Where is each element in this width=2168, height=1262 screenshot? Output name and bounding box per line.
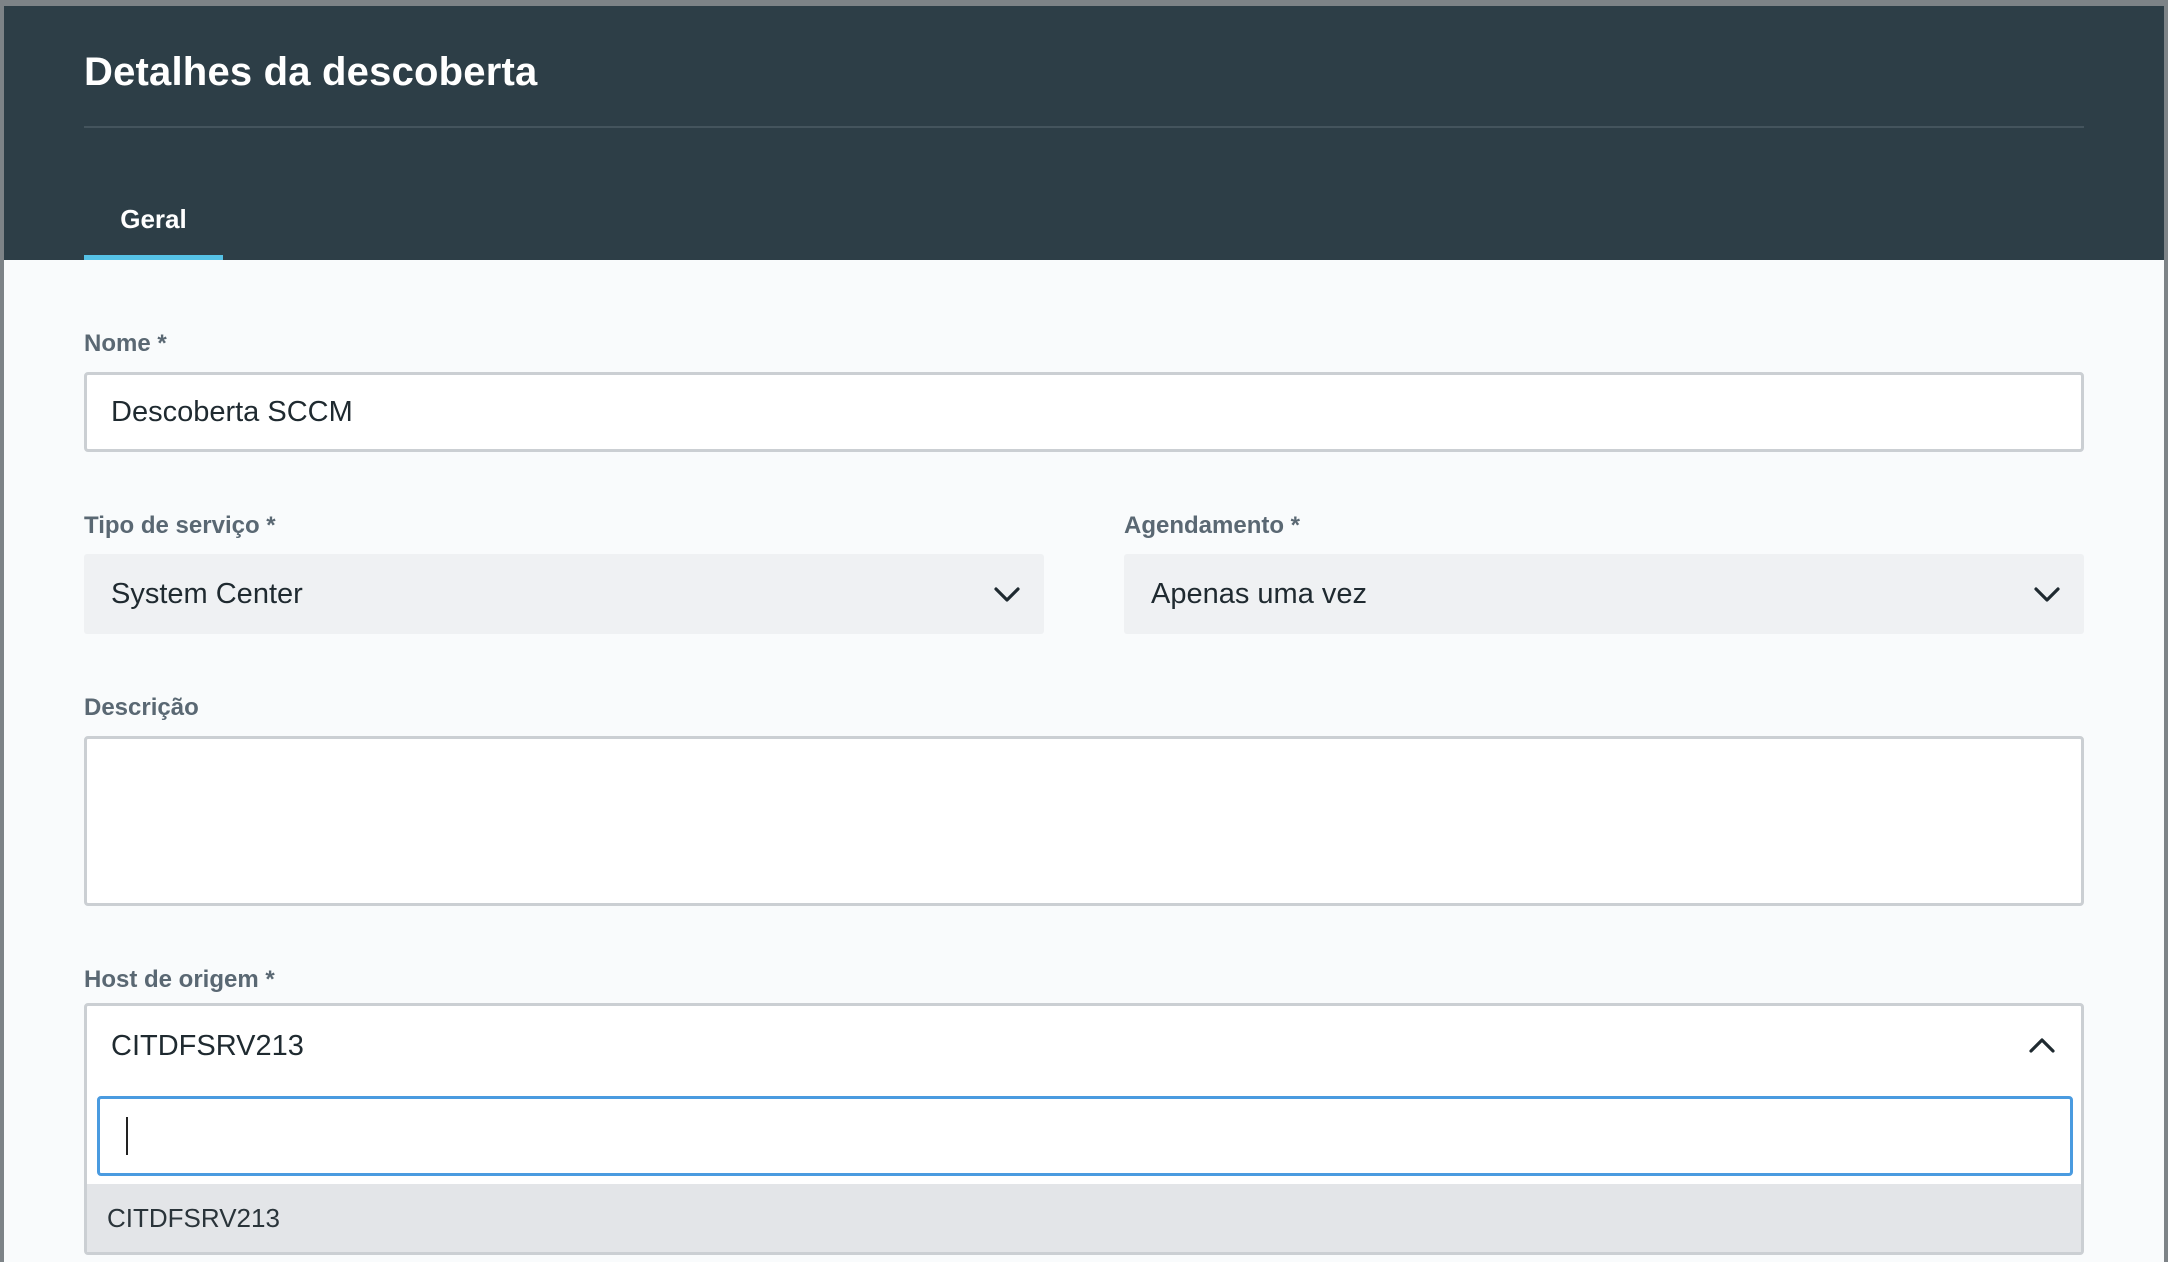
service-type-select[interactable]: System Center <box>84 554 1044 634</box>
chevron-down-icon <box>994 587 1020 602</box>
name-value: Descoberta SCCM <box>111 395 353 428</box>
name-input[interactable]: Descoberta SCCM <box>84 372 2084 452</box>
service-type-value: System Center <box>111 577 303 610</box>
header-divider <box>84 126 2084 128</box>
name-label: Nome * <box>84 330 167 357</box>
text-caret <box>126 1117 128 1155</box>
source-host-search-input[interactable] <box>97 1096 2073 1176</box>
source-host-label: Host de origem * <box>84 966 275 993</box>
description-textarea[interactable] <box>84 736 2084 906</box>
active-tab-indicator <box>84 255 223 260</box>
service-type-label: Tipo de serviço * <box>84 512 276 539</box>
source-host-option[interactable]: CITDFSRV213 <box>87 1184 2081 1252</box>
modal-title: Detalhes da descoberta <box>84 50 538 94</box>
chevron-down-icon <box>2034 587 2060 602</box>
schedule-select[interactable]: Apenas uma vez <box>1124 554 2084 634</box>
source-host-option-label: CITDFSRV213 <box>107 1202 280 1233</box>
source-host-value: CITDFSRV213 <box>111 1029 304 1062</box>
tab-geral[interactable]: Geral <box>84 180 223 260</box>
tab-label: Geral <box>120 204 187 234</box>
description-label: Descrição <box>84 694 199 721</box>
modal-header: Detalhes da descoberta Geral <box>4 6 2164 260</box>
schedule-value: Apenas uma vez <box>1151 577 1368 610</box>
schedule-label: Agendamento * <box>1124 512 1301 539</box>
chevron-up-icon[interactable] <box>2027 1031 2057 1061</box>
source-host-select[interactable]: CITDFSRV213 CITDFSRV213 <box>84 1003 2084 1255</box>
